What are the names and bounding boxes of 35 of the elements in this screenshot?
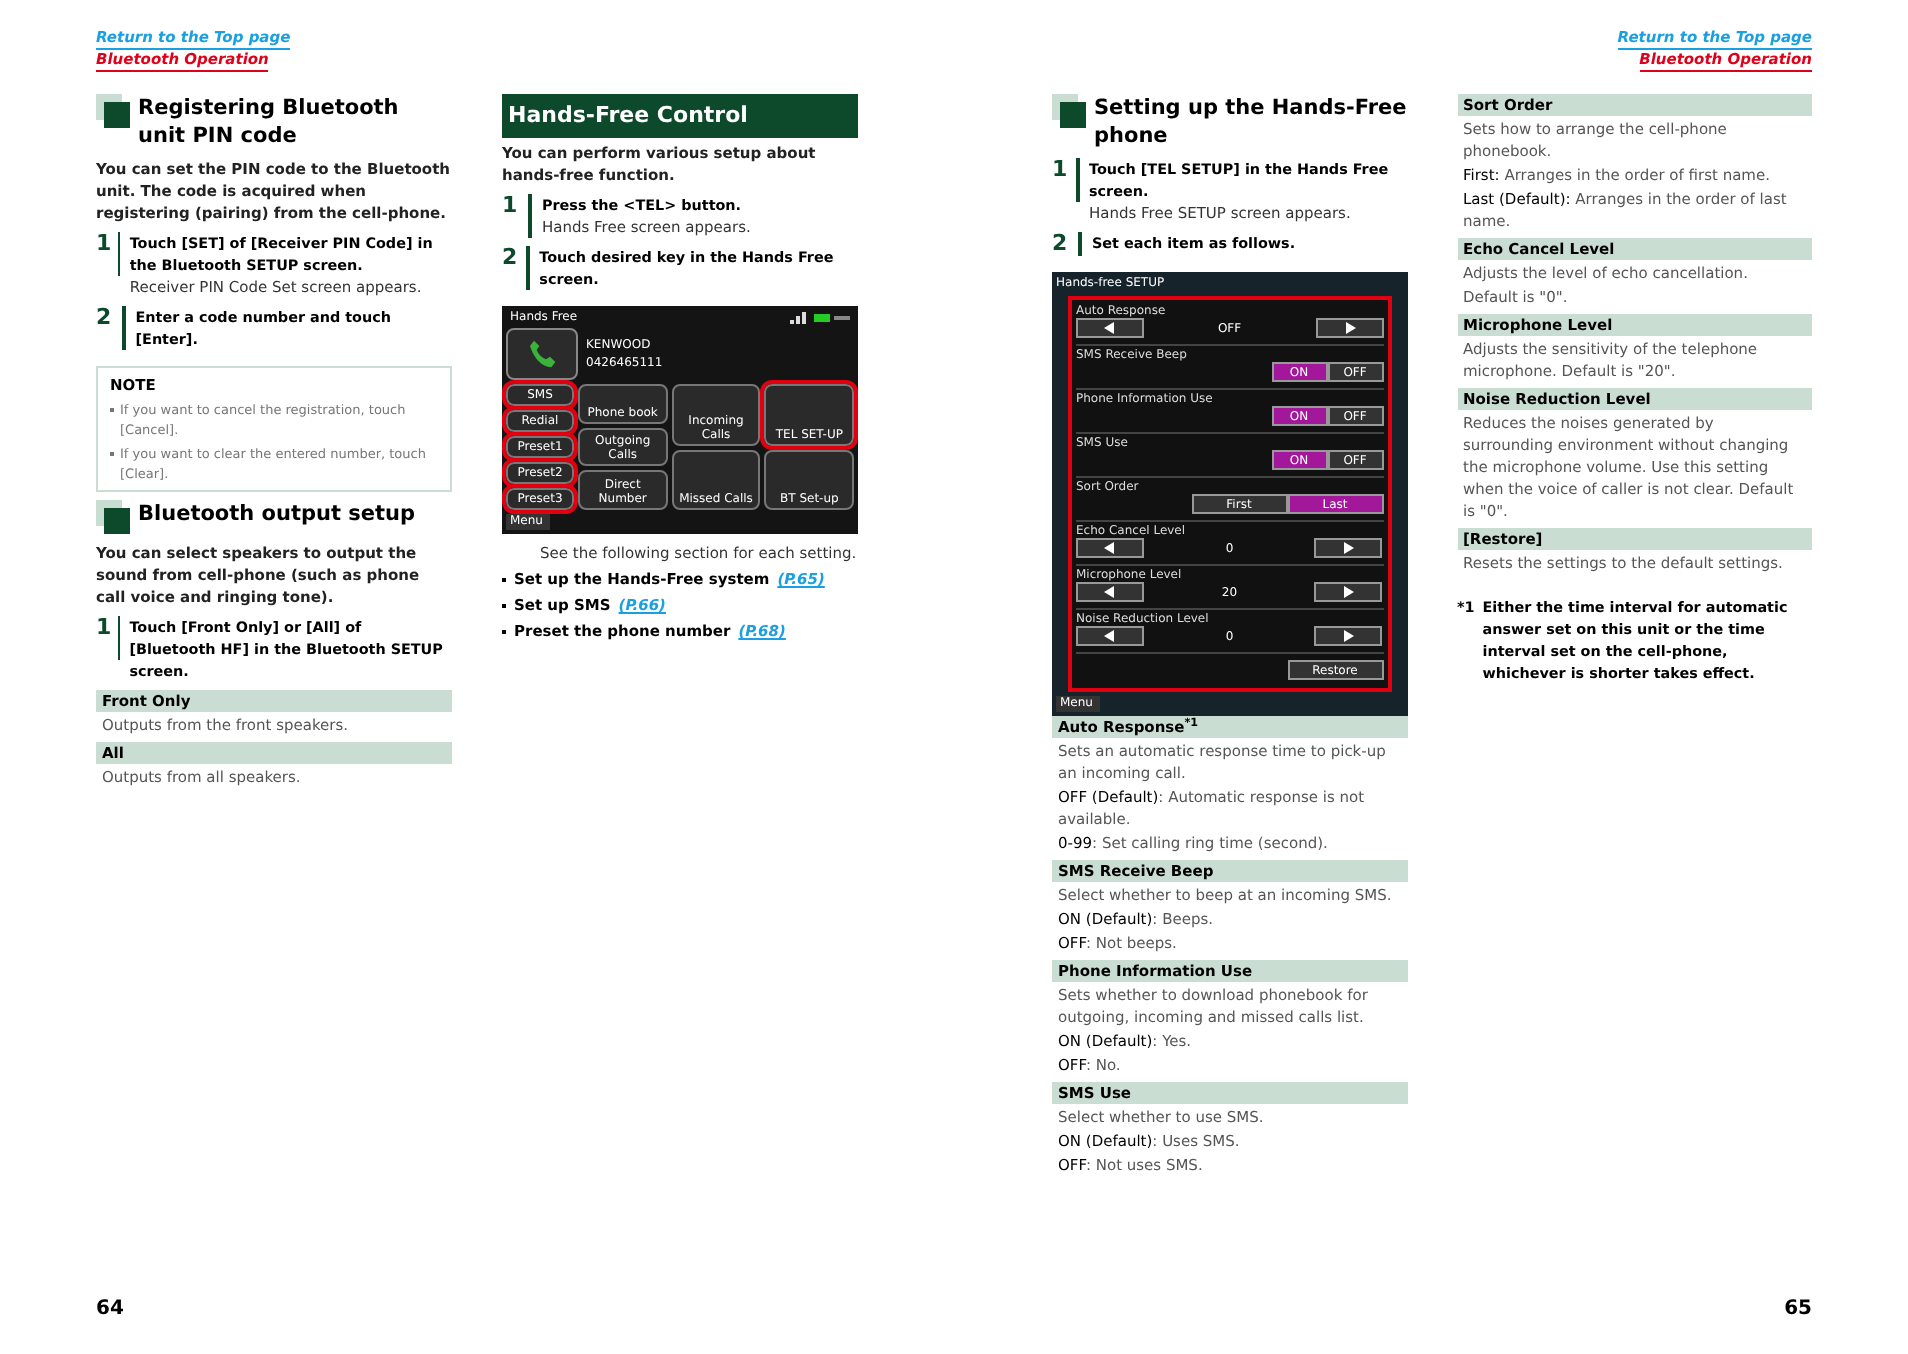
page-number: 64 xyxy=(96,1298,124,1322)
signal-icon xyxy=(790,311,850,323)
increase-button[interactable] xyxy=(1314,626,1383,646)
right-arrow-icon xyxy=(1343,322,1355,334)
left-arrow-icon xyxy=(1104,586,1116,598)
section-heading: Registering Bluetooth unit PIN code xyxy=(138,94,401,150)
increase-button[interactable] xyxy=(1314,538,1383,558)
page-number: 65 xyxy=(1784,1298,1812,1322)
decrease-button[interactable] xyxy=(1076,538,1144,558)
right-arrow-icon xyxy=(1342,542,1355,554)
step-number: 1 xyxy=(502,194,520,222)
step-number: 1 xyxy=(96,232,112,260)
heading-square-icon xyxy=(1052,94,1086,128)
decrease-button[interactable] xyxy=(1076,582,1144,602)
heading-square-icon xyxy=(96,500,130,534)
left-arrow-icon xyxy=(1104,322,1116,334)
step-number: 2 xyxy=(502,246,520,274)
section-banner: Hands-Free Control xyxy=(502,94,858,138)
phone-call-button[interactable] xyxy=(506,328,578,380)
step-number: 2 xyxy=(1052,232,1070,256)
section-heading: Bluetooth output setup xyxy=(138,500,416,528)
right-arrow-icon xyxy=(1342,630,1355,642)
right-arrow-icon xyxy=(1342,586,1355,598)
decrease-button[interactable] xyxy=(1076,626,1144,646)
step-number: 2 xyxy=(96,306,114,334)
increase-button[interactable] xyxy=(1314,582,1383,602)
phone-handset-icon xyxy=(526,338,558,370)
step-number: 1 xyxy=(96,616,112,644)
heading-square-icon xyxy=(96,94,130,128)
step-number: 1 xyxy=(1052,158,1070,186)
section-heading: Setting up the Hands-Free phone xyxy=(1094,94,1407,150)
left-arrow-icon xyxy=(1104,542,1116,554)
left-arrow-icon xyxy=(1104,630,1116,642)
increase-button[interactable] xyxy=(1315,318,1383,338)
decrease-button[interactable] xyxy=(1076,318,1144,338)
